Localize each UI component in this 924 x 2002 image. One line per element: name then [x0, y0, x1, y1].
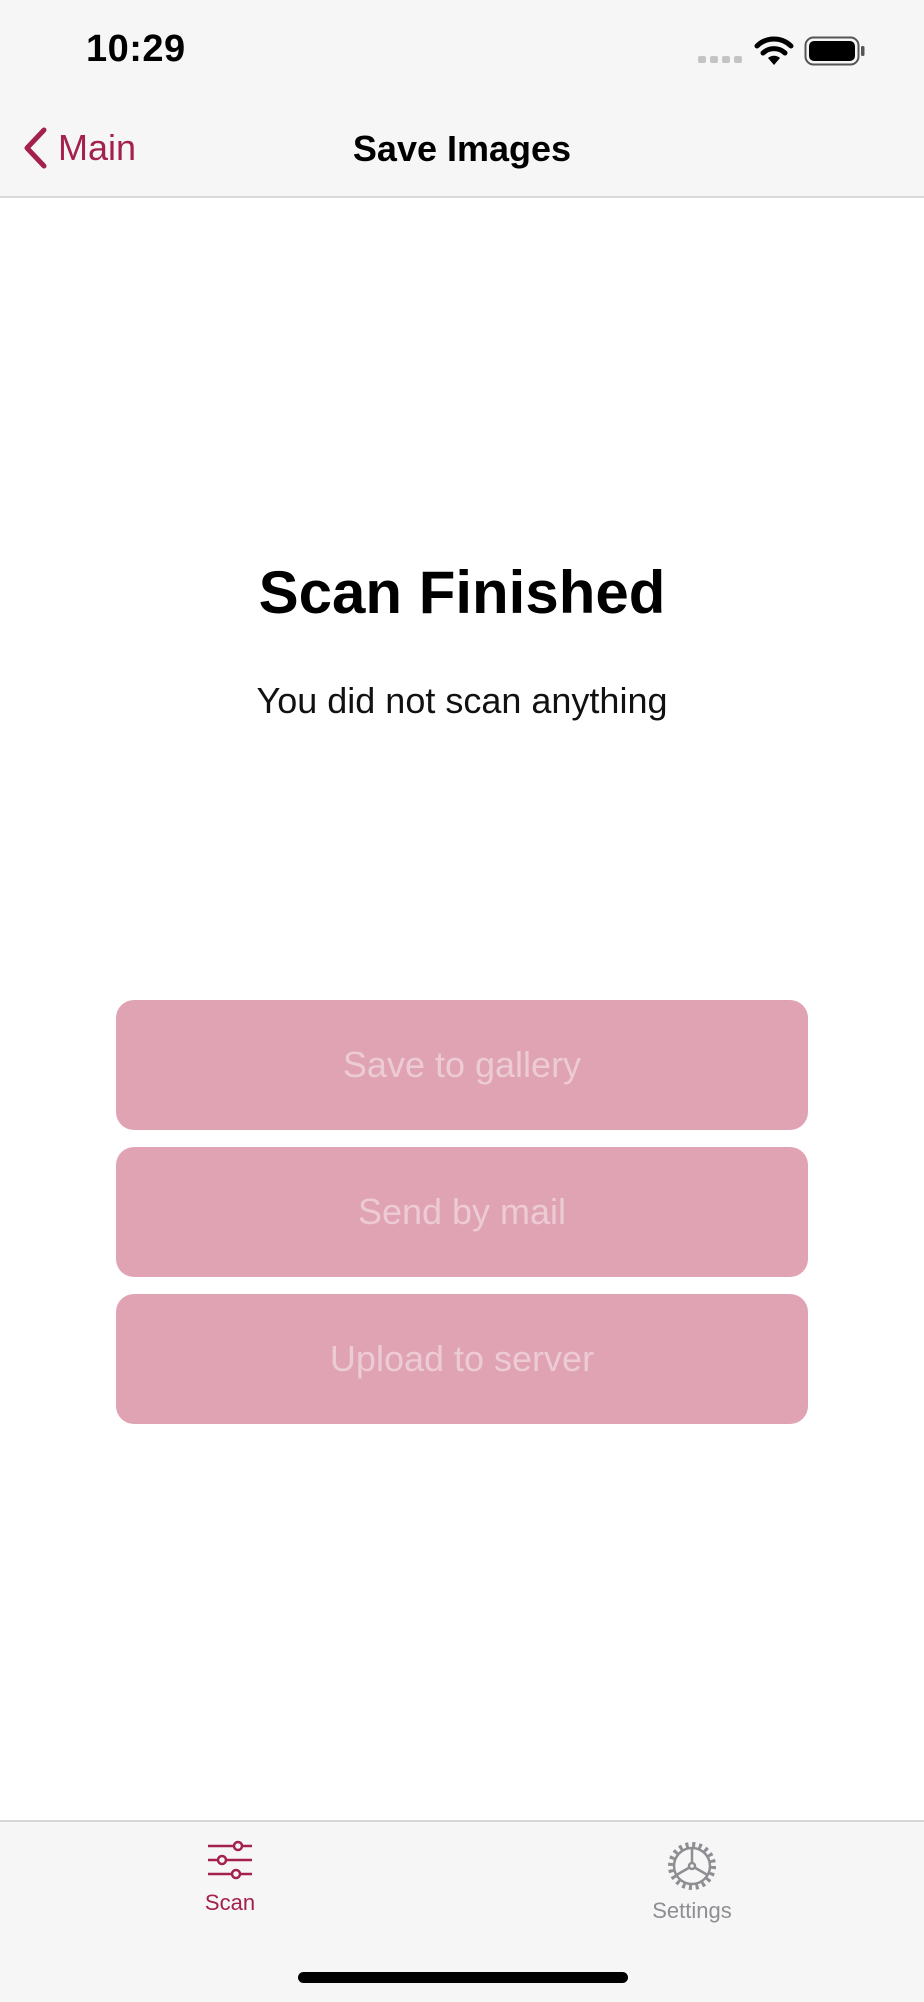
signal-icon: [698, 56, 742, 63]
status-time: 10:29: [86, 28, 186, 70]
save-to-gallery-button[interactable]: Save to gallery: [116, 1000, 808, 1130]
tab-scan-label: Scan: [204, 1890, 256, 1915]
tab-settings-label: Settings: [652, 1898, 732, 1923]
upload-to-server-button[interactable]: Upload to server: [116, 1294, 808, 1424]
sliders-icon: [208, 1840, 252, 1880]
home-indicator: [298, 1972, 628, 1983]
status-bar: 10:29: [0, 0, 924, 100]
tab-scan[interactable]: Scan: [130, 1840, 330, 1916]
battery-icon: [804, 36, 865, 66]
navigation-bar: Main Save Images: [0, 100, 924, 198]
page-title: Save Images: [352, 128, 572, 169]
tab-settings[interactable]: Settings: [592, 1840, 792, 1924]
send-by-mail-button[interactable]: Send by mail: [116, 1147, 808, 1277]
scan-finished-heading: Scan Finished: [258, 559, 666, 626]
gear-icon: [668, 1842, 716, 1890]
scan-result-message: You did not scan anything: [256, 680, 668, 721]
wifi-icon: [754, 36, 794, 65]
